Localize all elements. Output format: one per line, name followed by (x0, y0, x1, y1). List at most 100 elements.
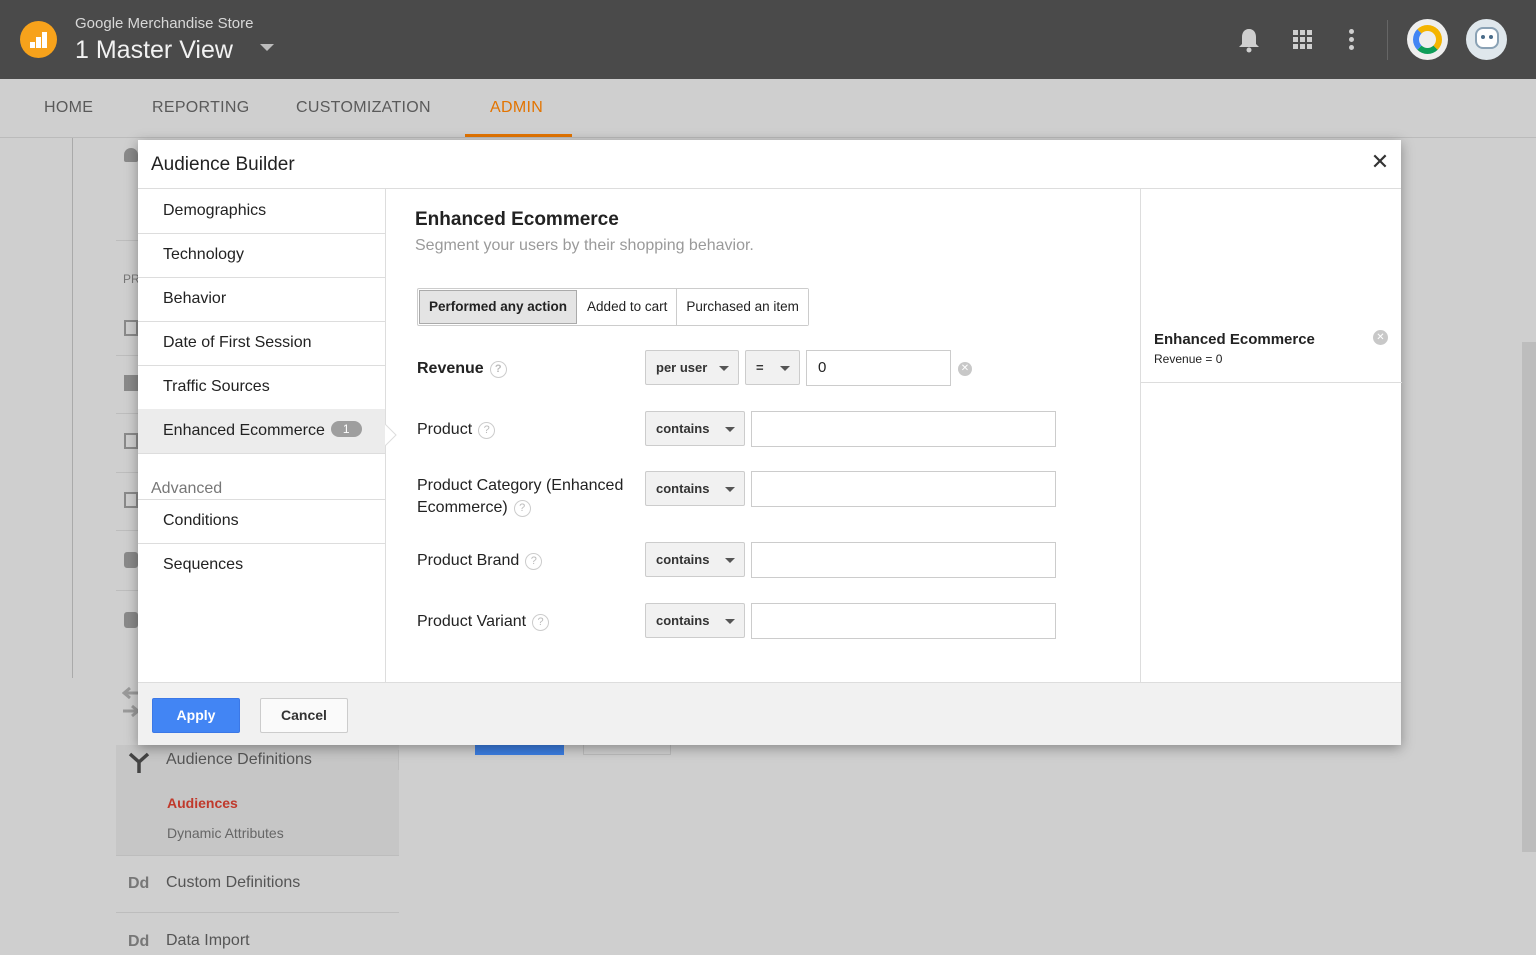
segment-performed-any-action[interactable]: Performed any action (419, 290, 578, 324)
category-list: Demographics Technology Behavior Date of… (138, 189, 386, 682)
tab-customization[interactable]: CUSTOMIZATION (296, 99, 431, 117)
category-label: Enhanced Ecommerce (163, 422, 325, 439)
row-label-text: Product Category (Enhanced (417, 477, 624, 494)
tab-admin[interactable]: ADMIN (490, 99, 543, 117)
category-label: Demographics (163, 202, 267, 219)
product-category-label: Product Category (Enhanced Ecommerce)? (417, 475, 623, 519)
product-category-value-input[interactable] (751, 471, 1056, 507)
product-operator-dropdown[interactable]: contains (645, 411, 745, 446)
category-technology[interactable]: Technology (138, 233, 385, 278)
segment-added-to-cart[interactable]: Added to cart (578, 289, 678, 325)
more-vert-icon[interactable] (1349, 29, 1355, 51)
product-brand-value-input[interactable] (751, 542, 1056, 578)
section-title: Enhanced Ecommerce (415, 209, 619, 230)
category-date-of-first-session[interactable]: Date of First Session (138, 321, 385, 366)
audience-definitions-link[interactable]: Audience Definitions (166, 751, 312, 769)
dialog-title: Audience Builder (151, 154, 295, 175)
dropdown-value: contains (656, 552, 710, 567)
data-import-link[interactable]: Data Import (166, 932, 250, 950)
category-label: Conditions (163, 512, 239, 529)
row-label-text: Revenue (417, 360, 484, 377)
view-selector[interactable]: 1 Master View (75, 36, 233, 65)
toolbar-divider (1387, 20, 1388, 60)
category-label: Date of First Session (163, 334, 312, 351)
dropdown-value: contains (656, 481, 710, 496)
chevron-down-icon (780, 366, 790, 371)
category-label: Traffic Sources (163, 378, 270, 395)
category-label: Sequences (163, 556, 244, 573)
chevron-down-icon (725, 619, 735, 624)
js-icon (124, 200, 134, 216)
custom-definitions-icon: Dd (128, 875, 150, 892)
data-import-icon: Dd (128, 933, 150, 950)
row-label-text: Product (417, 421, 473, 438)
help-icon[interactable]: ? (525, 553, 543, 570)
category-behavior[interactable]: Behavior (138, 277, 385, 322)
audience-summary-panel: Enhanced Ecommerce Revenue = 0 ✕ (1140, 189, 1402, 682)
category-traffic-sources[interactable]: Traffic Sources (138, 365, 385, 410)
revenue-operator-dropdown[interactable]: = (745, 350, 800, 385)
audiences-link[interactable]: Audiences (167, 795, 238, 811)
condition-builder: Enhanced Ecommerce Segment your users by… (387, 189, 1139, 682)
category-label: Technology (163, 246, 244, 263)
action-segmented-control: Performed any action Added to cart Purch… (417, 288, 809, 326)
product-variant-label: Product Variant? (417, 611, 550, 633)
tab-reporting[interactable]: REPORTING (152, 99, 250, 117)
product-value-input[interactable] (751, 411, 1056, 447)
cancel-button[interactable]: Cancel (260, 698, 348, 733)
help-icon[interactable]: ? (532, 614, 550, 631)
close-icon[interactable]: ✕ (1368, 150, 1392, 174)
revenue-label: Revenue? (417, 358, 507, 380)
product-brand-operator-dropdown[interactable]: contains (645, 542, 745, 577)
revenue-value-input[interactable]: 0 (806, 350, 951, 386)
product-variant-operator-dropdown[interactable]: contains (645, 603, 745, 638)
row-label-text: Product Variant (417, 613, 527, 630)
category-conditions[interactable]: Conditions (138, 499, 385, 544)
page-scrollbar[interactable] (1522, 342, 1536, 852)
link-icon (124, 552, 138, 568)
main-nav: HOME REPORTING CUSTOMIZATION ADMIN (0, 79, 1536, 138)
product-label: Product? (417, 419, 496, 441)
chrome-icon[interactable] (1407, 19, 1448, 60)
audience-fork-icon (128, 752, 150, 773)
help-icon[interactable]: ? (478, 422, 496, 439)
nav-rule (116, 855, 399, 856)
help-icon[interactable]: ? (489, 361, 507, 378)
apps-grid-icon[interactable] (1293, 30, 1313, 50)
chevron-down-icon (725, 427, 735, 432)
apply-button[interactable]: Apply (152, 698, 240, 733)
document-icon (124, 375, 138, 391)
remove-condition-icon[interactable]: ✕ (1373, 330, 1388, 345)
account-name: Google Merchandise Store (75, 15, 254, 32)
segment-purchased-an-item[interactable]: Purchased an item (677, 289, 808, 325)
dynamic-attributes-link[interactable]: Dynamic Attributes (167, 825, 284, 841)
user-avatar-icon[interactable] (1466, 19, 1507, 60)
revenue-scope-dropdown[interactable]: per user (645, 350, 739, 385)
category-demographics[interactable]: Demographics (138, 189, 385, 234)
clear-icon[interactable]: ✕ (958, 362, 972, 376)
product-category-operator-dropdown[interactable]: contains (645, 471, 745, 506)
section-subtitle: Segment your users by their shopping beh… (415, 237, 754, 254)
summary-divider (1141, 382, 1402, 383)
dialog-footer: Apply Cancel (138, 682, 1401, 745)
category-enhanced-ecommerce[interactable]: Enhanced Ecommerce 1 (138, 409, 385, 454)
panel-divider (72, 138, 73, 678)
custom-definitions-link[interactable]: Custom Definitions (166, 874, 300, 892)
dropdown-value: contains (656, 421, 710, 436)
category-sequences[interactable]: Sequences (138, 543, 385, 588)
category-label: Behavior (163, 290, 227, 307)
dropdown-value: per user (656, 360, 708, 375)
section-divider (398, 750, 408, 770)
notifications-bell-icon[interactable] (1238, 27, 1260, 53)
row-label-text: Product Brand (417, 552, 520, 569)
condition-count-badge: 1 (330, 421, 362, 437)
product-variant-value-input[interactable] (751, 603, 1056, 639)
chevron-down-icon[interactable] (260, 44, 274, 51)
dropdown-value: contains (656, 613, 710, 628)
help-icon[interactable]: ? (513, 500, 531, 517)
dropdown-value: = (756, 360, 764, 375)
analytics-logo-icon[interactable] (20, 21, 57, 58)
chevron-down-icon (725, 487, 735, 492)
tab-home[interactable]: HOME (44, 99, 93, 117)
page-icon-2 (124, 492, 138, 508)
